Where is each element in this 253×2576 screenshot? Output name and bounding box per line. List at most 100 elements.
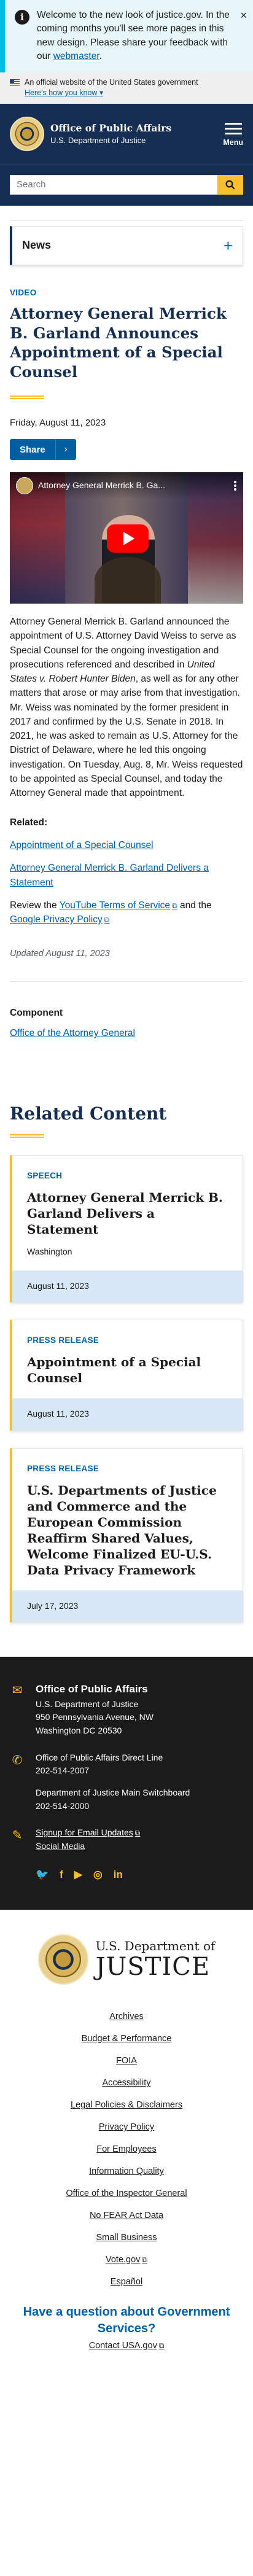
share-button[interactable]: Share: [10, 439, 55, 461]
card-type: PRESS RELEASE: [27, 1463, 99, 1473]
footer-phones: ✆ Office of Public Affairs Direct Line 2…: [10, 1751, 243, 1813]
footer-link-accessibility[interactable]: Accessibility: [10, 2072, 243, 2094]
play-icon[interactable]: [107, 524, 149, 553]
related-link[interactable]: Appointment of a Special Counsel: [10, 838, 243, 852]
site-alert: i Welcome to the new look of justice.gov…: [0, 0, 253, 72]
video-title-bar: Attorney General Merrick B. Ga...: [10, 472, 243, 500]
footer-link-nofear[interactable]: No FEAR Act Data: [10, 2204, 243, 2227]
video-title: Attorney General Merrick B. Ga...: [38, 480, 165, 491]
heres-how-you-know-link[interactable]: Here's how you know ▾: [25, 88, 103, 99]
card-type: SPEECH: [27, 1171, 63, 1181]
instagram-icon[interactable]: ◎: [93, 1867, 103, 1883]
card-title[interactable]: Appointment of a Special Counsel: [27, 1354, 228, 1386]
direct-line-label: Office of Public Affairs Direct Line: [36, 1752, 163, 1762]
related-content-divider: [10, 1134, 44, 1138]
lower-footer: U.S. Department of JUSTICE Archives Budg…: [0, 1910, 253, 2370]
publish-date: Friday, August 11, 2023: [10, 418, 106, 429]
external-link-icon: ⧉: [104, 916, 110, 925]
footer-link-smallbusiness[interactable]: Small Business: [10, 2227, 243, 2249]
content-type: VIDEO: [10, 287, 37, 297]
footer-link-budget[interactable]: Budget & Performance: [10, 2028, 243, 2050]
signup-link[interactable]: Signup for Email Updates ⧉: [36, 1827, 140, 1837]
news-accordion[interactable]: News +: [10, 225, 243, 265]
hamburger-icon: [223, 123, 243, 135]
updated-date: Updated August 11, 2023: [10, 949, 110, 959]
more-vert-icon: [234, 481, 236, 491]
external-link-icon: ⧉: [158, 2341, 165, 2351]
footer-brand-line2: JUSTICE: [95, 1953, 211, 1982]
menu-label: Menu: [223, 138, 243, 147]
related-card[interactable]: PRESS RELEASE Appointment of a Special C…: [10, 1320, 243, 1431]
info-icon: i: [15, 10, 29, 25]
footer-signup: ✎ Signup for Email Updates ⧉ Social Media: [10, 1826, 243, 1853]
header-brand[interactable]: Office of Public Affairs U.S. Department…: [10, 117, 172, 152]
footer-link-vote[interactable]: Vote.gov ⧉: [10, 2249, 243, 2271]
direct-line-phone[interactable]: 202-514-2007: [36, 1765, 89, 1775]
footer-brand[interactable]: U.S. Department of JUSTICE: [10, 1934, 243, 1985]
question-heading: Have a question about Government Service…: [23, 2305, 230, 2336]
social-icons: 🐦 f ▶ ◎ in: [36, 1867, 243, 1883]
footer-brand-line1: U.S. Department of: [95, 1939, 216, 1954]
page-title: Attorney General Merrick B. Garland Anno…: [10, 304, 227, 381]
title-divider: [10, 395, 44, 400]
review-terms: Review the YouTube Terms of Service ⧉ and…: [10, 898, 243, 927]
card-location: Washington: [27, 1247, 72, 1257]
article-body: Attorney General Merrick B. Garland anno…: [10, 615, 243, 800]
card-title[interactable]: Attorney General Merrick B. Garland Deli…: [27, 1189, 228, 1237]
footer-link-legal[interactable]: Legal Policies & Disclaimers: [10, 2094, 243, 2116]
card-type: PRESS RELEASE: [27, 1336, 99, 1345]
share-control: Share ›: [10, 439, 243, 461]
review-text: Review the: [10, 900, 60, 911]
google-privacy-link[interactable]: Google Privacy Policy ⧉: [10, 914, 109, 925]
webmaster-link[interactable]: webmaster: [53, 51, 99, 61]
site-header: Office of Public Affairs U.S. Department…: [0, 103, 253, 165]
youtube-icon[interactable]: ▶: [74, 1867, 82, 1883]
footer-link-espanol[interactable]: Español: [10, 2271, 243, 2293]
external-link-icon: ⧉: [142, 2255, 147, 2265]
search-icon: [225, 180, 235, 190]
search-button[interactable]: [217, 174, 243, 195]
facebook-icon[interactable]: f: [60, 1867, 63, 1883]
related-link[interactable]: Attorney General Merrick B. Garland Deli…: [10, 861, 243, 890]
gov-banner-text: An official website of the United States…: [25, 77, 198, 87]
twitter-icon[interactable]: 🐦: [36, 1867, 49, 1883]
footer-links: Archives Budget & Performance FOIA Acces…: [10, 2006, 243, 2293]
footer-link-oig[interactable]: Office of the Inspector General: [10, 2182, 243, 2204]
switchboard-phone[interactable]: 202-514-2000: [36, 1801, 89, 1811]
youtube-terms-link[interactable]: YouTube Terms of Service ⧉: [60, 900, 177, 911]
header-subtitle: U.S. Department of Justice: [50, 136, 146, 146]
related-card[interactable]: SPEECH Attorney General Merrick B. Garla…: [10, 1155, 243, 1303]
card-title[interactable]: U.S. Departments of Justice and Commerce…: [27, 1482, 228, 1578]
footer-link-privacy[interactable]: Privacy Policy: [10, 2116, 243, 2138]
gov-banner: An official website of the United States…: [0, 72, 253, 104]
social-media-link[interactable]: Social Media: [36, 1841, 85, 1851]
external-link-icon: ⧉: [172, 901, 177, 910]
related-heading: Related:: [10, 817, 48, 828]
component-heading: Component: [10, 1007, 63, 1018]
video-player[interactable]: Attorney General Merrick B. Ga...: [10, 472, 243, 604]
chevron-right-icon[interactable]: ›: [55, 439, 76, 461]
channel-avatar: [16, 477, 33, 495]
close-icon[interactable]: ×: [240, 7, 247, 23]
menu-button[interactable]: Menu: [223, 120, 243, 149]
footer-link-quality[interactable]: Information Quality: [10, 2160, 243, 2182]
linkedin-icon[interactable]: in: [114, 1867, 123, 1883]
email-updates-icon: ✎: [12, 1829, 23, 1843]
footer-link-archives[interactable]: Archives: [10, 2006, 243, 2028]
header-title: Office of Public Affairs: [50, 122, 172, 134]
related-links: Appointment of a Special Counsel Attorne…: [10, 838, 243, 890]
component-link[interactable]: Office of the Attorney General: [10, 1027, 243, 1040]
section-nav: News +: [10, 220, 243, 265]
related-content-title: Related Content: [10, 1103, 167, 1124]
switchboard-label: Department of Justice Main Switchboard: [36, 1788, 190, 1798]
search-input[interactable]: [10, 174, 217, 195]
plus-icon: +: [223, 236, 233, 255]
footer-link-employees[interactable]: For Employees: [10, 2138, 243, 2160]
contact-usagov-link[interactable]: Contact USA.gov ⧉: [10, 2340, 243, 2352]
alert-end: .: [99, 51, 102, 62]
article-body-part: , as well as for any other matters that …: [10, 674, 243, 799]
related-card[interactable]: PRESS RELEASE U.S. Departments of Justic…: [10, 1447, 243, 1623]
phone-icon: ✆: [12, 1753, 23, 1767]
footer-link-foia[interactable]: FOIA: [10, 2050, 243, 2072]
mail-icon: ✉: [12, 1684, 23, 1698]
